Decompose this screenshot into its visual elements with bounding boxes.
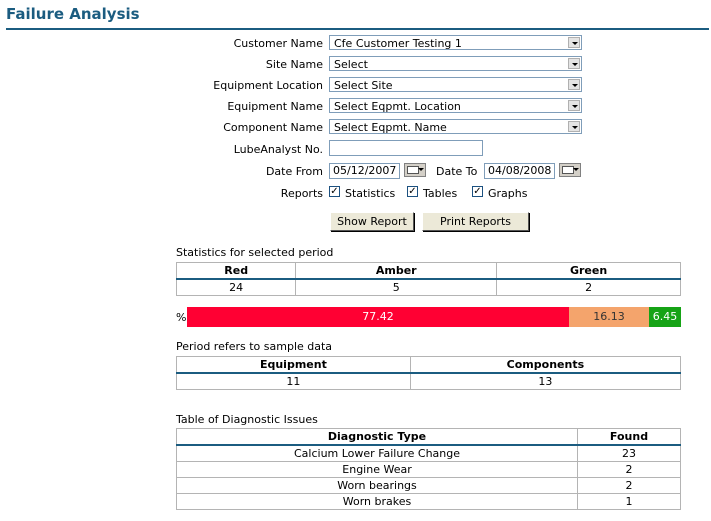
table-row: Calcium Lower Failure Change 23 [176, 444, 681, 462]
component-select-value: Select Eqpmt. Name [334, 121, 447, 134]
calendar-icon[interactable] [404, 163, 426, 177]
component-label: Component Name [223, 121, 323, 134]
calendar-icon[interactable] [559, 163, 581, 177]
site-select-value: Select [334, 58, 368, 71]
diagnostic-type-header: Diagnostic Type [176, 428, 578, 446]
equipment-select-value: Select Eqpmt. Location [334, 100, 461, 113]
date-from-label: Date From [265, 165, 323, 178]
site-label: Site Name [265, 58, 323, 71]
green-header: Green [496, 262, 681, 280]
reports-label: Reports [280, 187, 323, 200]
table-row: Worn bearings 2 [176, 477, 681, 494]
equipment-label: Equipment Name [227, 100, 323, 113]
diagnostic-type-cell: Engine Wear [176, 461, 578, 478]
diagnostic-type-cell: Worn brakes [176, 493, 578, 510]
diagnostic-heading: Table of Diagnostic Issues [176, 413, 318, 426]
page-title: Failure Analysis [6, 5, 140, 23]
chevron-down-icon[interactable] [568, 121, 580, 132]
period-table: Equipment Components 11 13 [176, 356, 682, 390]
red-percent-bar: 77.42 [187, 307, 569, 327]
equipment-select[interactable]: Select Eqpmt. Location [329, 98, 582, 113]
chevron-down-icon[interactable] [568, 100, 580, 111]
amber-count: 5 [295, 278, 498, 296]
red-header: Red [175, 262, 297, 280]
date-from-input[interactable]: 05/12/2007 [329, 163, 400, 179]
lube-analyst-input[interactable] [329, 140, 483, 156]
diagnostic-type-cell: Worn bearings [176, 477, 578, 494]
amber-percent-bar: 16.13 [569, 307, 649, 327]
tables-checkbox-label: Tables [423, 187, 458, 200]
customer-label: Customer Name [233, 37, 323, 50]
table-row: Engine Wear 2 [176, 461, 681, 478]
equipment-count: 11 [176, 372, 411, 390]
site-select[interactable]: Select [329, 56, 582, 71]
chevron-down-icon[interactable] [568, 58, 580, 69]
statistics-checkbox[interactable]: ✓ [329, 186, 340, 197]
statistics-table: Red Amber Green 24 5 2 [175, 262, 681, 296]
diagnostic-table: Diagnostic Type Found Calcium Lower Fail… [176, 428, 681, 510]
found-cell: 23 [577, 444, 681, 462]
component-select[interactable]: Select Eqpmt. Name [329, 119, 582, 134]
show-report-button[interactable]: Show Report [330, 212, 414, 231]
lube-label: LubeAnalyst No. [233, 143, 323, 156]
amber-header: Amber [295, 262, 498, 280]
customer-select-value: Cfe Customer Testing 1 [334, 37, 462, 50]
diagnostic-type-cell: Calcium Lower Failure Change [176, 444, 578, 462]
location-select[interactable]: Select Site [329, 77, 582, 92]
found-cell: 2 [577, 477, 681, 494]
statistics-heading: Statistics for selected period [176, 246, 334, 259]
components-count: 13 [409, 372, 682, 390]
percent-label: % [176, 311, 187, 324]
chevron-down-icon[interactable] [568, 79, 580, 90]
location-select-value: Select Site [334, 79, 393, 92]
title-divider [6, 28, 709, 30]
table-row: Worn brakes 1 [176, 493, 681, 510]
statistics-checkbox-label: Statistics [345, 187, 396, 200]
chevron-down-icon[interactable] [568, 37, 580, 48]
found-cell: 1 [577, 493, 681, 510]
period-heading: Period refers to sample data [176, 340, 333, 353]
graphs-checkbox-label: Graphs [488, 187, 528, 200]
print-reports-button[interactable]: Print Reports [422, 212, 529, 231]
green-count: 2 [496, 278, 681, 296]
location-label: Equipment Location [213, 79, 323, 92]
date-to-label: Date To [436, 165, 478, 178]
tables-checkbox[interactable]: ✓ [407, 186, 418, 197]
green-percent-bar: 6.45 [649, 307, 681, 327]
customer-select[interactable]: Cfe Customer Testing 1 [329, 35, 582, 50]
graphs-checkbox[interactable]: ✓ [472, 186, 483, 197]
components-header: Components [409, 356, 682, 374]
date-to-input[interactable]: 04/08/2008 [484, 163, 555, 179]
red-count: 24 [175, 278, 297, 296]
equipment-header: Equipment [176, 356, 411, 374]
found-header: Found [577, 428, 681, 446]
found-cell: 2 [577, 461, 681, 478]
